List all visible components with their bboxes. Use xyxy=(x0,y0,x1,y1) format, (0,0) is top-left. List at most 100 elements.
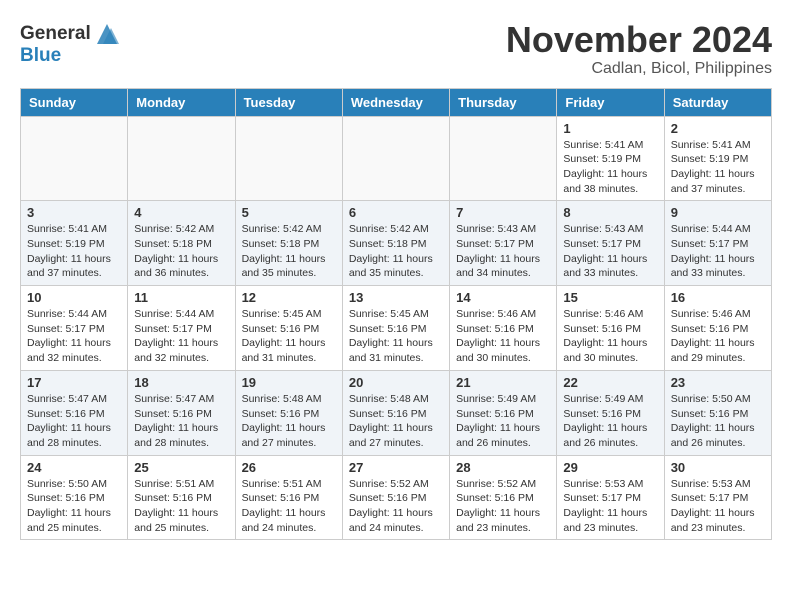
calendar-cell: 30 Sunrise: 5:53 AM Sunset: 5:17 PM Dayli… xyxy=(664,455,771,540)
calendar-cell: 28 Sunrise: 5:52 AM Sunset: 5:16 PM Dayli… xyxy=(450,455,557,540)
day-number: 24 xyxy=(27,460,121,475)
day-info: Sunrise: 5:51 AM Sunset: 5:16 PM Dayligh… xyxy=(242,477,336,536)
day-info: Sunrise: 5:49 AM Sunset: 5:16 PM Dayligh… xyxy=(456,392,550,451)
page: General Blue November 2024 Cadlan, Bicol… xyxy=(0,0,792,550)
calendar-cell: 29Sunrise: 5:53 AM Sunset: 5:17 PM Dayli… xyxy=(557,455,664,540)
calendar-cell: 16 Sunrise: 5:46 AM Sunset: 5:16 PM Dayli… xyxy=(664,286,771,371)
day-number: 20 xyxy=(349,375,443,390)
day-number: 19 xyxy=(242,375,336,390)
calendar-cell: 27 Sunrise: 5:52 AM Sunset: 5:16 PM Dayli… xyxy=(342,455,449,540)
calendar-cell: 21 Sunrise: 5:49 AM Sunset: 5:16 PM Dayli… xyxy=(450,370,557,455)
calendar-cell xyxy=(21,116,128,201)
calendar-cell: 5Sunrise: 5:42 AM Sunset: 5:18 PM Daylig… xyxy=(235,201,342,286)
day-info: Sunrise: 5:50 AM Sunset: 5:16 PM Dayligh… xyxy=(671,392,765,451)
day-number: 21 xyxy=(456,375,550,390)
day-info: Sunrise: 5:43 AM Sunset: 5:17 PM Dayligh… xyxy=(563,222,657,281)
day-info: Sunrise: 5:44 AM Sunset: 5:17 PM Dayligh… xyxy=(671,222,765,281)
day-number: 12 xyxy=(242,290,336,305)
col-header-thursday: Thursday xyxy=(450,88,557,116)
calendar-cell: 22 Sunrise: 5:49 AM Sunset: 5:16 PM Dayli… xyxy=(557,370,664,455)
sub-title: Cadlan, Bicol, Philippines xyxy=(506,60,772,78)
col-header-saturday: Saturday xyxy=(664,88,771,116)
day-info: Sunrise: 5:46 AM Sunset: 5:16 PM Dayligh… xyxy=(671,307,765,366)
day-info: Sunrise: 5:46 AM Sunset: 5:16 PM Dayligh… xyxy=(563,307,657,366)
day-info: Sunrise: 5:43 AM Sunset: 5:17 PM Dayligh… xyxy=(456,222,550,281)
calendar-cell xyxy=(128,116,235,201)
day-info: Sunrise: 5:52 AM Sunset: 5:16 PM Dayligh… xyxy=(349,477,443,536)
calendar-cell: 18 Sunrise: 5:47 AM Sunset: 5:16 PM Dayli… xyxy=(128,370,235,455)
calendar-cell: 24Sunrise: 5:50 AM Sunset: 5:16 PM Dayli… xyxy=(21,455,128,540)
col-header-sunday: Sunday xyxy=(21,88,128,116)
calendar-cell xyxy=(235,116,342,201)
week-row-5: 24Sunrise: 5:50 AM Sunset: 5:16 PM Dayli… xyxy=(21,455,772,540)
day-number: 26 xyxy=(242,460,336,475)
logo-general: General xyxy=(20,24,91,45)
day-number: 25 xyxy=(134,460,228,475)
day-info: Sunrise: 5:41 AM Sunset: 5:19 PM Dayligh… xyxy=(563,138,657,197)
day-info: Sunrise: 5:44 AM Sunset: 5:17 PM Dayligh… xyxy=(27,307,121,366)
day-info: Sunrise: 5:53 AM Sunset: 5:17 PM Dayligh… xyxy=(671,477,765,536)
calendar-cell: 11Sunrise: 5:44 AM Sunset: 5:17 PM Dayli… xyxy=(128,286,235,371)
day-number: 14 xyxy=(456,290,550,305)
calendar-cell: 10 Sunrise: 5:44 AM Sunset: 5:17 PM Dayli… xyxy=(21,286,128,371)
day-number: 2 xyxy=(671,121,765,136)
calendar-cell: 20 Sunrise: 5:48 AM Sunset: 5:16 PM Dayli… xyxy=(342,370,449,455)
calendar-cell: 3Sunrise: 5:41 AM Sunset: 5:19 PM Daylig… xyxy=(21,201,128,286)
calendar-cell: 1 Sunrise: 5:41 AM Sunset: 5:19 PM Daylig… xyxy=(557,116,664,201)
calendar-cell: 15 Sunrise: 5:46 AM Sunset: 5:16 PM Dayli… xyxy=(557,286,664,371)
day-number: 27 xyxy=(349,460,443,475)
col-header-wednesday: Wednesday xyxy=(342,88,449,116)
calendar-cell: 2 Sunrise: 5:41 AM Sunset: 5:19 PM Daylig… xyxy=(664,116,771,201)
calendar-cell: 7 Sunrise: 5:43 AM Sunset: 5:17 PM Daylig… xyxy=(450,201,557,286)
day-number: 30 xyxy=(671,460,765,475)
week-row-3: 10 Sunrise: 5:44 AM Sunset: 5:17 PM Dayli… xyxy=(21,286,772,371)
week-row-4: 17 Sunrise: 5:47 AM Sunset: 5:16 PM Dayli… xyxy=(21,370,772,455)
day-number: 11 xyxy=(134,290,228,305)
day-info: Sunrise: 5:41 AM Sunset: 5:19 PM Dayligh… xyxy=(27,222,121,281)
day-number: 6 xyxy=(349,205,443,220)
day-info: Sunrise: 5:47 AM Sunset: 5:16 PM Dayligh… xyxy=(134,392,228,451)
calendar-cell: 9 Sunrise: 5:44 AM Sunset: 5:17 PM Daylig… xyxy=(664,201,771,286)
logo-icon xyxy=(93,20,121,48)
col-header-friday: Friday xyxy=(557,88,664,116)
day-info: Sunrise: 5:49 AM Sunset: 5:16 PM Dayligh… xyxy=(563,392,657,451)
day-number: 18 xyxy=(134,375,228,390)
week-row-1: 1 Sunrise: 5:41 AM Sunset: 5:19 PM Daylig… xyxy=(21,116,772,201)
calendar-cell: 19 Sunrise: 5:48 AM Sunset: 5:16 PM Dayli… xyxy=(235,370,342,455)
day-number: 7 xyxy=(456,205,550,220)
day-number: 9 xyxy=(671,205,765,220)
calendar-cell: 17 Sunrise: 5:47 AM Sunset: 5:16 PM Dayli… xyxy=(21,370,128,455)
day-number: 29 xyxy=(563,460,657,475)
col-header-monday: Monday xyxy=(128,88,235,116)
day-number: 10 xyxy=(27,290,121,305)
day-info: Sunrise: 5:45 AM Sunset: 5:16 PM Dayligh… xyxy=(242,307,336,366)
day-number: 16 xyxy=(671,290,765,305)
day-info: Sunrise: 5:42 AM Sunset: 5:18 PM Dayligh… xyxy=(349,222,443,281)
calendar-header-row: SundayMondayTuesdayWednesdayThursdayFrid… xyxy=(21,88,772,116)
day-number: 17 xyxy=(27,375,121,390)
day-info: Sunrise: 5:45 AM Sunset: 5:16 PM Dayligh… xyxy=(349,307,443,366)
day-number: 4 xyxy=(134,205,228,220)
day-info: Sunrise: 5:42 AM Sunset: 5:18 PM Dayligh… xyxy=(134,222,228,281)
calendar-cell: 26 Sunrise: 5:51 AM Sunset: 5:16 PM Dayli… xyxy=(235,455,342,540)
day-number: 15 xyxy=(563,290,657,305)
logo-blue: Blue xyxy=(20,46,121,67)
day-info: Sunrise: 5:41 AM Sunset: 5:19 PM Dayligh… xyxy=(671,138,765,197)
day-info: Sunrise: 5:52 AM Sunset: 5:16 PM Dayligh… xyxy=(456,477,550,536)
day-info: Sunrise: 5:48 AM Sunset: 5:16 PM Dayligh… xyxy=(349,392,443,451)
calendar-cell: 4 Sunrise: 5:42 AM Sunset: 5:18 PM Daylig… xyxy=(128,201,235,286)
day-info: Sunrise: 5:48 AM Sunset: 5:16 PM Dayligh… xyxy=(242,392,336,451)
calendar-cell xyxy=(342,116,449,201)
day-info: Sunrise: 5:47 AM Sunset: 5:16 PM Dayligh… xyxy=(27,392,121,451)
calendar-cell xyxy=(450,116,557,201)
week-row-2: 3Sunrise: 5:41 AM Sunset: 5:19 PM Daylig… xyxy=(21,201,772,286)
col-header-tuesday: Tuesday xyxy=(235,88,342,116)
day-number: 1 xyxy=(563,121,657,136)
header: General Blue November 2024 Cadlan, Bicol… xyxy=(20,20,772,78)
day-number: 28 xyxy=(456,460,550,475)
day-info: Sunrise: 5:46 AM Sunset: 5:16 PM Dayligh… xyxy=(456,307,550,366)
calendar-cell: 6 Sunrise: 5:42 AM Sunset: 5:18 PM Daylig… xyxy=(342,201,449,286)
day-number: 8 xyxy=(563,205,657,220)
day-number: 13 xyxy=(349,290,443,305)
day-number: 22 xyxy=(563,375,657,390)
